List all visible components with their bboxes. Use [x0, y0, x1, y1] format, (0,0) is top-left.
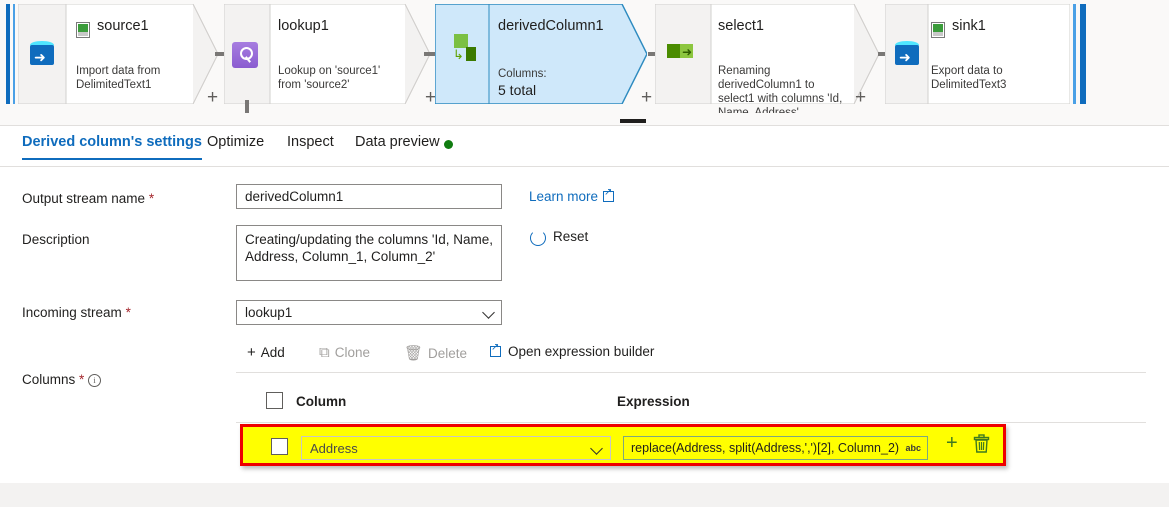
node-description: Lookup on 'source1' from 'source2' — [278, 65, 381, 91]
derived-column-icon: ↳ — [451, 34, 481, 61]
select-arrow-icon: ➜ — [667, 42, 697, 68]
tab-label: Optimize — [207, 134, 265, 150]
required-asterisk: * — [79, 372, 85, 387]
required-asterisk: * — [148, 191, 155, 206]
graph-node-lookup1[interactable]: lookup1 Lookup on 'source1' from 'source… — [224, 4, 430, 104]
label-text: Incoming stream — [22, 305, 122, 320]
add-label: Add — [260, 345, 285, 360]
database-import-icon: ➜ — [28, 41, 56, 67]
csv-file-icon — [76, 22, 90, 38]
graph-node-derivedColumn1[interactable]: ↳ derivedColumn1 Columns: 5 total — [435, 4, 647, 104]
node-title: source1 — [97, 18, 149, 34]
label-text: Output stream name — [22, 191, 146, 206]
incoming-stream-label: Incoming stream * — [22, 305, 131, 320]
clone-icon: ⧉ — [319, 344, 330, 361]
add-button[interactable]: + Add — [247, 344, 285, 361]
external-link-icon — [603, 187, 615, 202]
row-column-select[interactable]: Address — [301, 436, 611, 460]
select-all-checkbox[interactable] — [266, 392, 283, 409]
clone-button: ⧉ Clone — [319, 344, 370, 361]
command-bar-divider — [236, 372, 1146, 373]
info-icon[interactable]: i — [88, 374, 102, 387]
expression-type-badge: abc — [905, 443, 921, 453]
graph-right-rail — [1080, 4, 1086, 104]
learn-more-link[interactable]: Learn more — [529, 187, 615, 204]
row-column-value: Address — [310, 441, 358, 456]
trash-icon: 🗑 — [404, 345, 424, 362]
learn-more-label: Learn more — [529, 189, 599, 204]
tab-label: Derived column's settings — [22, 134, 202, 150]
lookup-magnifier-icon — [232, 42, 258, 68]
graph-right-rail-thin — [1073, 4, 1076, 104]
graph-left-rail — [6, 4, 10, 104]
reset-label: Reset — [553, 229, 589, 244]
graph-left-rail-thin — [13, 4, 15, 104]
table-row[interactable]: Address replace(Address, split(Address,'… — [240, 424, 1006, 466]
tab-label: Data preview — [355, 134, 440, 150]
open-expression-builder-label: Open expression builder — [508, 344, 655, 359]
tab-inspect[interactable]: Inspect — [287, 134, 334, 150]
panel-splitter[interactable] — [0, 113, 1169, 125]
output-stream-name-input[interactable] — [236, 184, 502, 209]
open-expression-builder-button[interactable]: Open expression builder — [490, 342, 655, 359]
row-checkbox[interactable] — [271, 438, 288, 455]
node-title: select1 — [718, 18, 764, 34]
add-node-after-source1[interactable]: + — [207, 88, 218, 107]
tab-active-underline — [22, 158, 202, 160]
delete-button: 🗑 Delete — [404, 344, 467, 362]
columns-label: Columns * i — [22, 372, 102, 387]
expression-builder-icon — [490, 342, 501, 357]
tab-label: Inspect — [287, 134, 334, 150]
tab-data-preview[interactable]: Data preview — [355, 134, 440, 150]
label-text: Description — [22, 232, 90, 247]
node-title: lookup1 — [278, 18, 329, 34]
graph-node-select1[interactable]: ➜ select1 Renaming derivedColumn1 to sel… — [655, 4, 879, 113]
node-title: sink1 — [952, 18, 986, 34]
incoming-stream-select[interactable] — [236, 300, 502, 325]
clone-label: Clone — [334, 345, 370, 360]
plus-icon: + — [247, 344, 256, 361]
row-expression-value: replace(Address, split(Address,',')[2], … — [631, 441, 900, 455]
description-textarea[interactable] — [236, 225, 502, 281]
csv-file-icon — [931, 22, 945, 38]
table-header-divider — [236, 422, 1146, 423]
add-node-after-select1[interactable]: + — [855, 88, 866, 107]
incoming-stream-value[interactable] — [236, 300, 502, 325]
node-title: derivedColumn1 — [498, 18, 604, 34]
splitter-grip[interactable] — [620, 119, 646, 123]
node-description: Import data from DelimitedText1 — [76, 65, 161, 91]
column-header-expression: Expression — [617, 394, 690, 409]
node-description: Renaming derivedColumn1 to select1 with … — [718, 65, 843, 113]
add-node-after-derivedcolumn1[interactable]: + — [641, 88, 652, 107]
description-label: Description — [22, 232, 90, 247]
required-asterisk: * — [125, 305, 131, 320]
row-delete-icon[interactable] — [973, 434, 990, 453]
connector-lookup1-down — [245, 100, 249, 113]
node-description: Export data to DelimitedText3 — [931, 65, 1007, 91]
graph-node-source1[interactable]: ➜ source1 Import data from DelimitedText… — [18, 4, 218, 104]
graph-node-sink1[interactable]: ➜ sink1 Export data to DelimitedText3 — [885, 4, 1070, 104]
node-sub-value: 5 total — [498, 82, 537, 98]
reset-icon — [530, 230, 546, 246]
reset-button[interactable]: Reset — [553, 229, 588, 244]
output-stream-name-label: Output stream name * — [22, 191, 154, 206]
database-export-icon: ➜ — [893, 41, 921, 67]
delete-label: Delete — [428, 346, 468, 361]
column-header-column: Column — [296, 394, 347, 409]
data-preview-status-dot — [444, 140, 453, 149]
panel-tabs: Derived column's settings Optimize Inspe… — [0, 126, 1169, 167]
tab-optimize[interactable]: Optimize — [207, 134, 264, 150]
tab-derived-columns-settings[interactable]: Derived column's settings — [22, 134, 202, 160]
label-text: Columns — [22, 372, 76, 387]
node-sub-label: Columns: — [498, 68, 547, 80]
row-expression-input[interactable]: replace(Address, split(Address,',')[2], … — [623, 436, 928, 460]
chevron-down-icon — [590, 442, 603, 455]
row-add-icon[interactable]: + — [946, 432, 958, 455]
data-flow-graph: ➜ source1 Import data from DelimitedText… — [0, 0, 1169, 113]
